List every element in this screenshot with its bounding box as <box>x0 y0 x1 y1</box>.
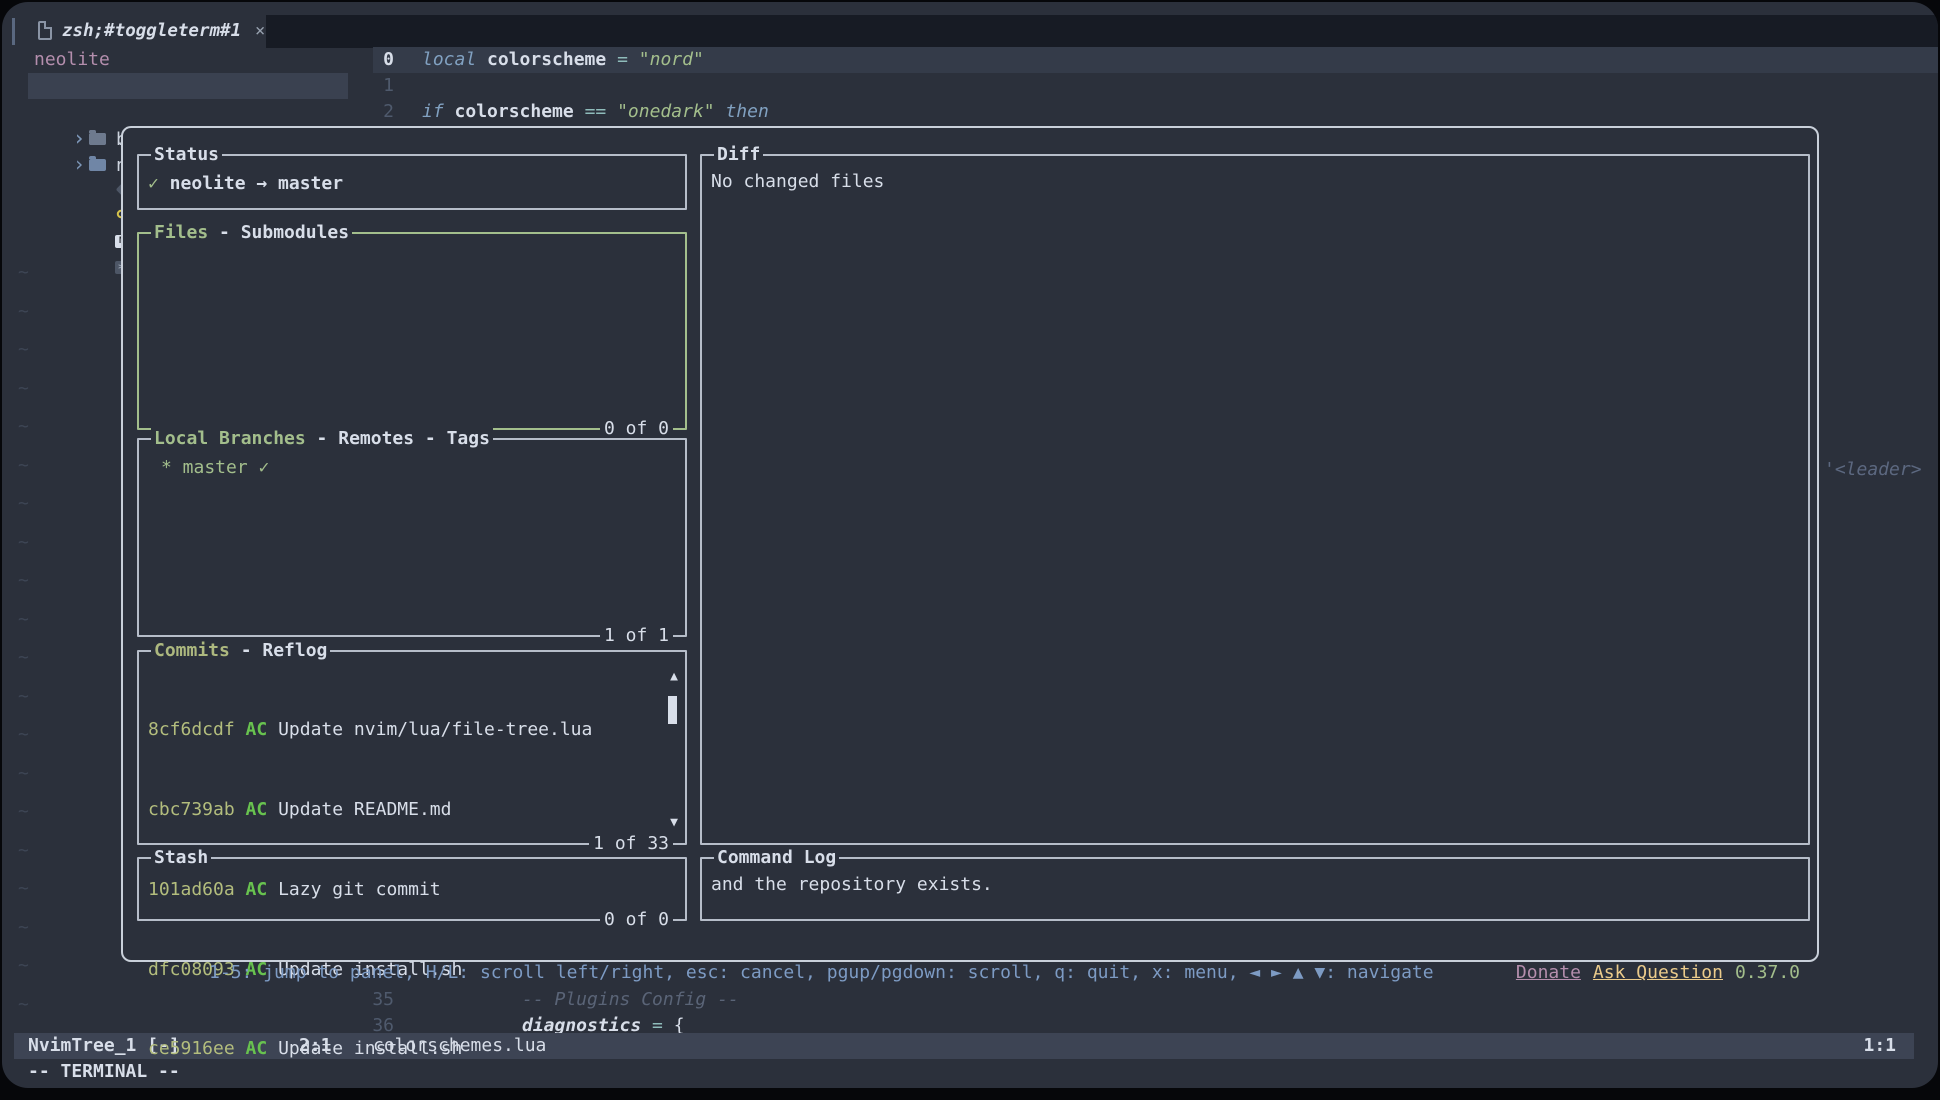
keybinding-hints: 1-5: jump to panel, H/L: scroll left/rig… <box>209 962 1434 983</box>
keyword-if: if <box>422 101 455 122</box>
keyword-local: local <box>422 49 476 70</box>
diff-panel[interactable]: Diff No changed files <box>700 154 1810 845</box>
tree-root-label: neolite <box>2 49 110 70</box>
empty-buffer-tildes: ~ ~ ~ ~ ~ ~ ~ ~ ~ ~ ~ ~ ~ ~ ~ ~ ~ ~ ~ ~ <box>18 254 29 1024</box>
tab-close-icon[interactable]: × <box>255 15 265 48</box>
commit-row[interactable]: cbc739ab AC Update README.md <box>148 797 592 824</box>
stash-count: 0 of 0 <box>600 907 673 933</box>
files-panel[interactable]: Files - Submodules 0 of 0 <box>137 232 687 430</box>
lazygit-float-window: Status ✓ neolite → master Files - Submod… <box>121 126 1819 962</box>
code-line-2: if colorscheme == "onedark" then <box>422 99 769 125</box>
commit-row[interactable]: ce5916ee AC Update install.sh <box>148 1036 592 1063</box>
commit-author-initials: AC <box>246 1038 268 1059</box>
commits-panel[interactable]: Commits - Reflog 8cf6dcdf AC Update nvim… <box>137 650 687 845</box>
pending-keys-indicator: '<leader> <box>1824 457 1922 483</box>
commit-author-initials: AC <box>246 719 268 740</box>
string-onedark: "onedark" <box>617 101 725 122</box>
tabbar-background <box>266 15 1938 48</box>
ask-question-link[interactable]: Ask Question <box>1593 962 1723 983</box>
branches-count: 1 of 1 <box>600 623 673 649</box>
identifier-colorscheme: colorscheme <box>455 101 585 122</box>
keyword-then: then <box>725 101 768 122</box>
tab-active-indicator <box>12 18 15 45</box>
branches-panel-title: Local Branches - Remotes - Tags <box>151 426 493 452</box>
command-log-panel[interactable]: Command Log and the repository exists. <box>700 857 1810 921</box>
commit-message: Update nvim/lua/file-tree.lua <box>278 719 592 740</box>
identifier-colorscheme: colorscheme <box>476 49 617 70</box>
branch-master-label: * master ✓ <box>161 457 269 478</box>
status-row: ✓ neolite → master <box>148 170 343 197</box>
diff-content: No changed files <box>711 168 884 195</box>
commits-panel-title: Commits - Reflog <box>151 638 330 664</box>
string-nord: "nord" <box>639 49 704 70</box>
lazygit-keybindings-bar: 1-5: jump to panel, H/L: scroll left/rig… <box>144 934 1800 960</box>
donate-link[interactable]: Donate <box>1516 962 1581 983</box>
scroll-down-icon[interactable]: ▼ <box>670 816 678 829</box>
command-log-content: and the repository exists. <box>711 871 993 898</box>
diff-panel-title: Diff <box>714 142 763 168</box>
commits-count: 1 of 33 <box>589 831 673 857</box>
commit-hash: cbc739ab <box>148 799 235 820</box>
operator-assign: = <box>617 49 639 70</box>
commit-hash: ce5916ee <box>148 1038 235 1059</box>
commit-message: Update README.md <box>278 799 451 820</box>
branches-panel[interactable]: Local Branches - Remotes - Tags * master… <box>137 438 687 637</box>
terminal-window: zsh;#toggleterm#1 × 0 local colorscheme … <box>2 2 1938 1088</box>
commit-message: Update install.sh <box>278 1038 462 1059</box>
tree-item-git[interactable]: ›.git <box>2 73 367 99</box>
stash-panel[interactable]: Stash 0 of 0 <box>137 857 687 921</box>
repo-branch-label: neolite → master <box>159 173 343 194</box>
tree-selection-highlight <box>28 73 348 99</box>
statusline-cursor-position: 1:1 <box>1863 1033 1896 1059</box>
check-icon: ✓ <box>148 173 159 194</box>
operator-equals: == <box>585 101 618 122</box>
tree-item-blob[interactable]: ›blob <box>2 99 367 125</box>
commit-author-initials: AC <box>246 799 268 820</box>
tab-title: zsh;#toggleterm#1 <box>62 15 241 48</box>
status-panel[interactable]: Status ✓ neolite → master <box>137 154 687 210</box>
code-line-0: local colorscheme = "nord" <box>422 47 704 73</box>
commit-hash: 8cf6dcdf <box>148 719 235 740</box>
branch-row[interactable]: * master ✓ <box>161 454 269 481</box>
file-icon <box>38 21 52 40</box>
command-log-title: Command Log <box>714 845 839 871</box>
lazygit-version: 0.37.0 <box>1735 962 1800 983</box>
scroll-up-icon[interactable]: ▲ <box>670 670 678 683</box>
files-panel-title: Files - Submodules <box>151 220 352 246</box>
commit-row[interactable]: 8cf6dcdf AC Update nvim/lua/file-tree.lu… <box>148 717 592 744</box>
status-panel-title: Status <box>151 142 222 168</box>
stash-panel-title: Stash <box>151 845 211 871</box>
tree-root[interactable]: neolite <box>2 47 367 73</box>
scrollbar-thumb[interactable] <box>668 696 677 724</box>
tab-toggleterm[interactable]: zsh;#toggleterm#1 × <box>2 15 266 48</box>
